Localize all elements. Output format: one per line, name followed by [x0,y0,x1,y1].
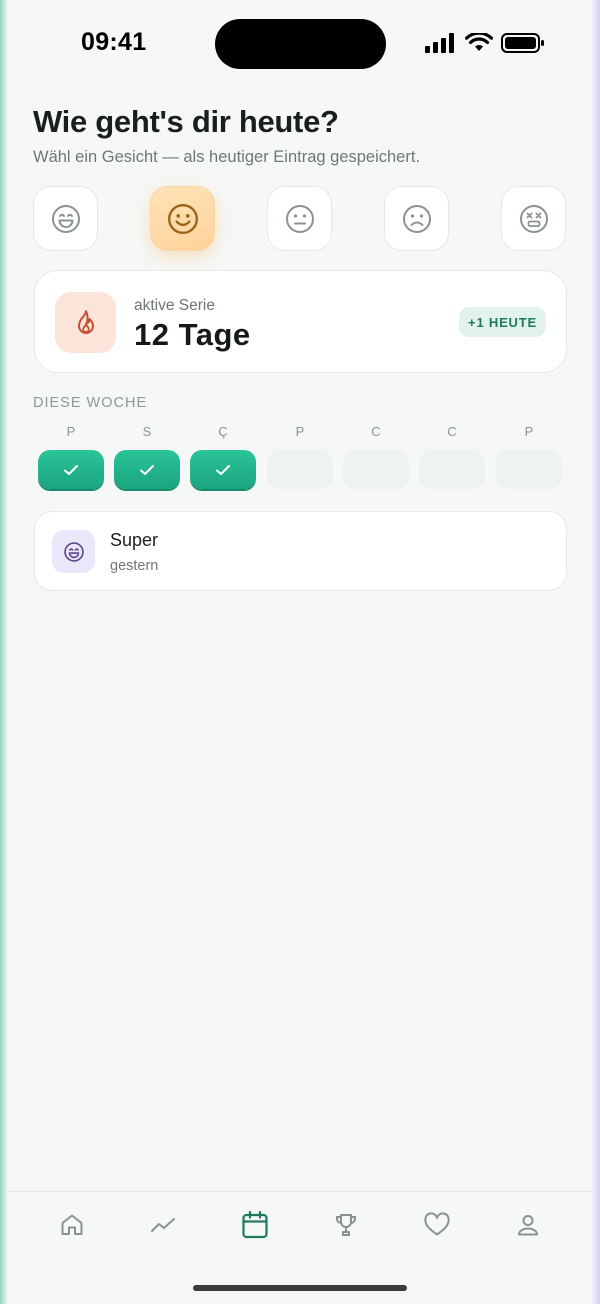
mood-option-sad[interactable] [384,186,449,251]
check-icon [140,464,154,475]
trend-icon [151,1218,175,1232]
day-cell-done[interactable] [190,450,256,489]
tab-profile[interactable] [508,1208,548,1242]
tab-home[interactable] [52,1208,92,1242]
tab-achievements[interactable] [326,1208,366,1242]
entry-date: gestern [110,558,159,574]
day-letter: C [447,424,457,439]
day-cell-empty[interactable] [343,450,409,489]
streak-label: aktive Serie [134,297,215,314]
battery-icon [501,33,544,53]
mood-option-smiling[interactable] [150,186,215,251]
signal-icon [425,33,454,53]
smiling-face-icon [167,203,198,234]
tab-calendar[interactable] [235,1208,275,1242]
neutral-face-icon [285,204,314,233]
check-icon [216,464,230,475]
page-title: Wie geht's dir heute? [33,104,339,139]
tab-trends[interactable] [143,1208,183,1242]
streak-value: 12 Tage [134,317,251,352]
wifi-icon [465,33,493,51]
flame-icon [77,309,94,334]
day-letter: P [524,424,534,439]
day-cell-done[interactable] [114,450,180,489]
grinning-face-icon [51,204,80,233]
day-cell-done[interactable] [38,450,104,489]
grinning-face-icon [63,541,84,562]
day-cell-empty[interactable] [419,450,485,489]
app-screen: 09:41 Wie geht's dir heute? Wähl ein Ges… [8,0,592,1304]
dizzy-face-icon [519,204,548,233]
day-cell-empty[interactable] [267,450,333,489]
entry-card[interactable]: Super gestern [34,511,567,591]
streak-icon-box [55,292,116,353]
week-label: DIESE WOCHE [33,395,148,411]
check-icon [64,464,78,475]
home-icon [61,1214,83,1235]
day-letter: Ç [218,424,228,439]
dynamic-island [215,19,386,69]
sad-face-icon [402,204,431,233]
streak-card: aktive Serie 12 Tage +1 HEUTE [34,270,567,373]
profile-icon [518,1215,538,1236]
entry-title: Super [110,530,159,550]
today-badge: +1 HEUTE [459,307,546,337]
heart-icon [424,1212,450,1236]
status-time: 09:41 [81,28,147,56]
status-icons [425,31,545,55]
day-cell-empty[interactable] [496,450,562,489]
page-subtitle: Wähl ein Gesicht — als heutiger Eintrag … [33,148,421,166]
day-letter: P [295,424,305,439]
home-indicator[interactable] [193,1285,407,1291]
day-letter: P [66,424,76,439]
mood-option-neutral[interactable] [267,186,332,251]
trophy-icon [336,1214,356,1236]
calendar-icon [242,1210,268,1239]
mood-option-grinning[interactable] [33,186,98,251]
mood-option-dizzy[interactable] [501,186,566,251]
day-letter: C [371,424,381,439]
day-letter: S [142,424,152,439]
entry-icon-box [52,530,95,573]
tab-favorites[interactable] [417,1208,457,1242]
